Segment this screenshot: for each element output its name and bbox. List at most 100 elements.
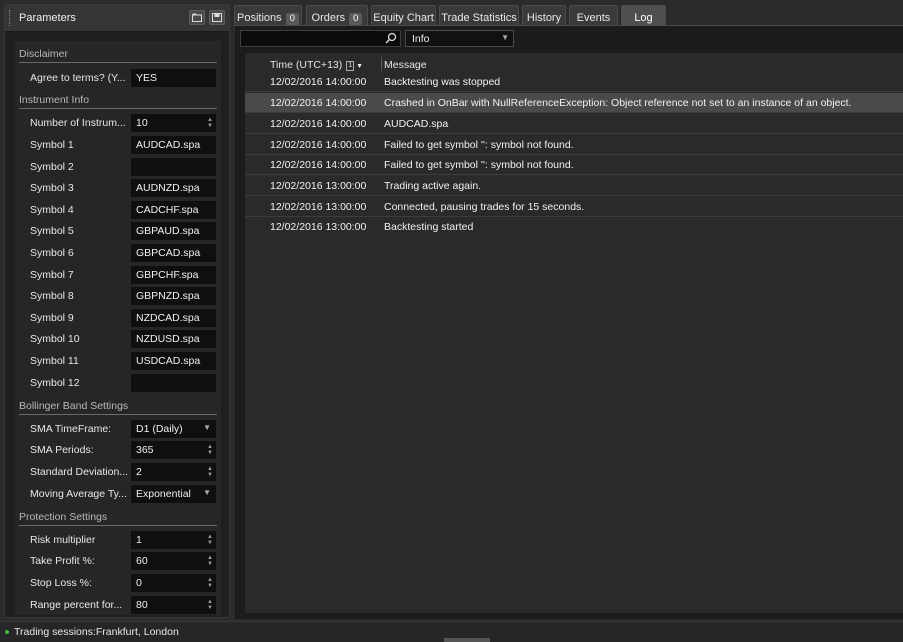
- param-stop-loss[interactable]: Stop Loss %: 0 ▲ ▼: [15, 574, 221, 592]
- spinner-icon[interactable]: ▲ ▼: [207, 599, 213, 611]
- param-label: Range percent for...: [30, 599, 123, 611]
- table-row[interactable]: 12/02/2016 13:00:00 Connected, pausing t…: [245, 197, 903, 217]
- parameters-panel: Parameters Disclaimer Agree to terms? (Y…: [4, 4, 230, 618]
- column-header-time[interactable]: Time (UTC+13) 1 ▼: [270, 59, 363, 71]
- symbol-5-input[interactable]: GBPAUD.spa: [131, 222, 216, 240]
- drag-grip[interactable]: [9, 10, 12, 26]
- stop-loss-stepper[interactable]: 0 ▲ ▼: [131, 574, 216, 592]
- param-symbol-5[interactable]: Symbol 5 GBPAUD.spa: [15, 222, 221, 240]
- spinner-icon[interactable]: ▲ ▼: [207, 444, 213, 456]
- resize-handle[interactable]: [444, 638, 490, 642]
- param-label: Symbol 12: [30, 377, 80, 389]
- param-label: Symbol 5: [30, 225, 74, 237]
- risk-multiplier-stepper[interactable]: 1 ▲ ▼: [131, 531, 216, 549]
- search-icon[interactable]: [385, 32, 397, 44]
- param-symbol-11[interactable]: Symbol 11 USDCAD.spa: [15, 352, 221, 370]
- take-profit-stepper[interactable]: 60 ▲ ▼: [131, 552, 216, 570]
- table-row[interactable]: 12/02/2016 14:00:00 Crashed in OnBar wit…: [245, 93, 903, 113]
- param-label: SMA TimeFrame:: [30, 423, 112, 435]
- symbol-6-input[interactable]: GBPCAD.spa: [131, 244, 216, 262]
- log-message: Backtesting started: [384, 221, 474, 233]
- param-symbol-2[interactable]: Symbol 2: [15, 158, 221, 176]
- param-sma-timeframe[interactable]: SMA TimeFrame: D1 (Daily) ▼: [15, 420, 221, 438]
- spinner-icon[interactable]: ▲ ▼: [207, 466, 213, 478]
- tab-label: Events: [576, 12, 611, 24]
- param-label: SMA Periods:: [30, 444, 94, 456]
- log-level-dropdown[interactable]: Info ▼: [405, 30, 514, 47]
- status-bar: Trading sessions:Frankfurt, London: [0, 621, 903, 642]
- param-range-percent[interactable]: Range percent for... 80 ▲ ▼: [15, 596, 221, 614]
- column-separator[interactable]: [381, 57, 382, 71]
- param-symbol-8[interactable]: Symbol 8 GBPNZD.spa: [15, 287, 221, 305]
- symbol-10-input[interactable]: NZDUSD.spa: [131, 330, 216, 348]
- param-label: Risk multiplier: [30, 534, 96, 546]
- param-symbol-10[interactable]: Symbol 10 NZDUSD.spa: [15, 330, 221, 348]
- symbol-4-input[interactable]: CADCHF.spa: [131, 201, 216, 219]
- table-row[interactable]: 12/02/2016 14:00:00 AUDCAD.spa: [245, 114, 903, 134]
- symbol-9-input[interactable]: NZDCAD.spa: [131, 309, 216, 327]
- symbol-1-input[interactable]: AUDCAD.spa: [131, 136, 216, 154]
- standard-deviation-stepper[interactable]: 2 ▲ ▼: [131, 463, 216, 481]
- tab-label: Orders: [311, 12, 346, 24]
- param-moving-average-type[interactable]: Moving Average Ty... Exponential ▼: [15, 485, 221, 503]
- sma-timeframe-dropdown[interactable]: D1 (Daily) ▼: [131, 420, 216, 438]
- table-row[interactable]: 12/02/2016 13:00:00 Backtesting started: [245, 217, 903, 237]
- table-row[interactable]: 12/02/2016 13:00:00 Trading active again…: [245, 176, 903, 196]
- sma-periods-stepper[interactable]: 365 ▲ ▼: [131, 441, 216, 459]
- spinner-icon[interactable]: ▲ ▼: [207, 534, 213, 546]
- tab-history[interactable]: History: [522, 5, 566, 26]
- param-symbol-12[interactable]: Symbol 12: [15, 374, 221, 392]
- param-take-profit[interactable]: Take Profit %: 60 ▲ ▼: [15, 552, 221, 570]
- agree-terms-input[interactable]: YES: [131, 69, 216, 87]
- chevron-down-icon: ▼: [203, 423, 211, 432]
- table-row[interactable]: 12/02/2016 14:00:00 Backtesting was stop…: [245, 72, 903, 92]
- log-message: Failed to get symbol '': symbol not foun…: [384, 139, 574, 151]
- tab-equity-chart[interactable]: Equity Chart: [371, 5, 436, 26]
- param-label: Stop Loss %:: [30, 577, 92, 589]
- param-sma-periods[interactable]: SMA Periods: 365 ▲ ▼: [15, 441, 221, 459]
- tab-label: Trade Statistics: [441, 12, 517, 24]
- param-agree-terms[interactable]: Agree to terms? (Y... YES: [15, 69, 221, 87]
- symbol-2-input[interactable]: [131, 158, 216, 176]
- save-icon[interactable]: [209, 10, 225, 25]
- column-header-message[interactable]: Message: [384, 59, 427, 71]
- log-time: 12/02/2016 14:00:00: [270, 76, 367, 88]
- tab-orders[interactable]: Orders 0: [306, 5, 368, 26]
- session-status-indicator: [5, 630, 9, 634]
- parameters-title: Parameters: [19, 12, 76, 24]
- param-label: Symbol 4: [30, 204, 74, 216]
- tab-positions[interactable]: Positions 0: [234, 5, 302, 26]
- symbol-12-input[interactable]: [131, 374, 216, 392]
- param-symbol-7[interactable]: Symbol 7 GBPCHF.spa: [15, 266, 221, 284]
- spinner-icon[interactable]: ▲ ▼: [207, 577, 213, 589]
- log-panel: Info ▼ Time (UTC+13) 1 ▼ Message 12/02/2016…: [235, 25, 903, 619]
- spinner-icon[interactable]: ▲ ▼: [207, 117, 213, 129]
- param-symbol-1[interactable]: Symbol 1 AUDCAD.spa: [15, 136, 221, 154]
- range-percent-stepper[interactable]: 80 ▲ ▼: [131, 596, 216, 614]
- tab-trade-statistics[interactable]: Trade Statistics: [439, 5, 519, 26]
- param-symbol-6[interactable]: Symbol 6 GBPCAD.spa: [15, 244, 221, 262]
- parameters-header: Parameters: [5, 5, 229, 32]
- open-icon[interactable]: [189, 10, 205, 25]
- tab-events[interactable]: Events: [569, 5, 618, 26]
- chevron-down-icon: ▼: [203, 488, 211, 497]
- param-risk-multiplier[interactable]: Risk multiplier 1 ▲ ▼: [15, 531, 221, 549]
- table-row[interactable]: 12/02/2016 14:00:00 Failed to get symbol…: [245, 135, 903, 155]
- symbol-7-input[interactable]: GBPCHF.spa: [131, 266, 216, 284]
- symbol-11-input[interactable]: USDCAD.spa: [131, 352, 216, 370]
- section-protection-settings: Protection Settings: [19, 509, 217, 526]
- number-of-instruments-stepper[interactable]: 10 ▲ ▼: [131, 114, 216, 132]
- table-row[interactable]: 12/02/2016 14:00:00 Failed to get symbol…: [245, 155, 903, 175]
- symbol-8-input[interactable]: GBPNZD.spa: [131, 287, 216, 305]
- tab-log[interactable]: Log: [621, 5, 666, 26]
- symbol-3-input[interactable]: AUDNZD.spa: [131, 179, 216, 197]
- param-number-of-instruments[interactable]: Number of Instrum... 10 ▲ ▼: [15, 114, 221, 132]
- search-input[interactable]: [240, 30, 401, 47]
- param-symbol-3[interactable]: Symbol 3 AUDNZD.spa: [15, 179, 221, 197]
- param-standard-deviation[interactable]: Standard Deviation... 2 ▲ ▼: [15, 463, 221, 481]
- param-label: Symbol 1: [30, 139, 74, 151]
- spinner-icon[interactable]: ▲ ▼: [207, 555, 213, 567]
- param-symbol-4[interactable]: Symbol 4 CADCHF.spa: [15, 201, 221, 219]
- param-symbol-9[interactable]: Symbol 9 NZDCAD.spa: [15, 309, 221, 327]
- moving-average-type-dropdown[interactable]: Exponential ▼: [131, 485, 216, 503]
